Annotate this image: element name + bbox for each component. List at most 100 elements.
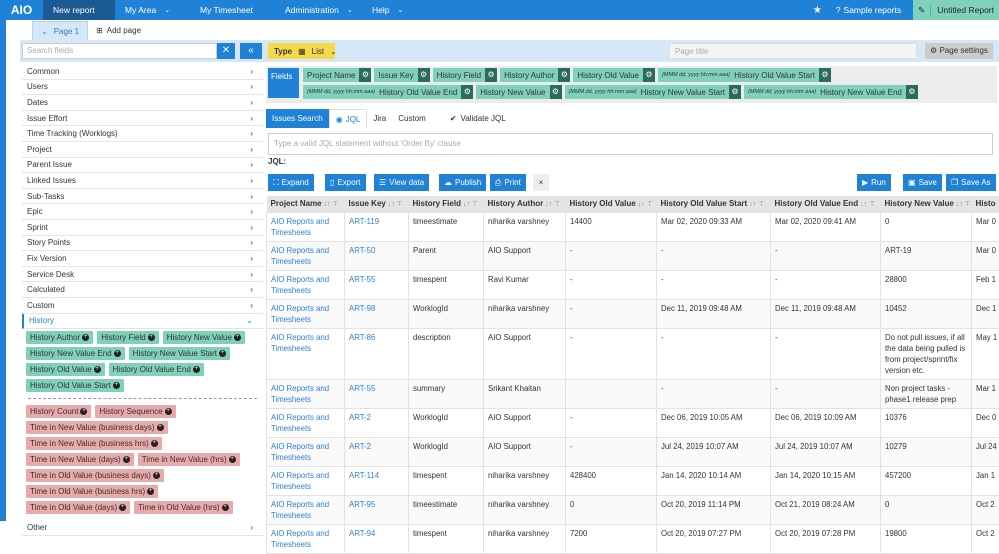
field-chip[interactable]: Time in Old Value (business days)+ <box>26 469 164 482</box>
page-title-input[interactable]: Page title <box>669 43 917 59</box>
add-icon[interactable]: + <box>123 456 130 463</box>
category-item[interactable]: Parent Issue› <box>22 158 263 174</box>
add-icon[interactable]: + <box>234 334 241 341</box>
field-chip[interactable]: History New Value Start+ <box>129 347 230 360</box>
add-icon[interactable]: + <box>153 472 160 479</box>
selected-field-chip[interactable]: {MMM dd, yyyy hh:mm aaa}History Old Valu… <box>303 85 473 99</box>
gear-icon[interactable]: ⚙ <box>418 68 430 82</box>
category-item-other[interactable]: Other› <box>22 520 263 536</box>
table-cell-link[interactable]: AIO Reports and Timesheets <box>267 299 345 328</box>
add-icon[interactable]: + <box>82 334 89 341</box>
table-cell-link[interactable]: AIO Reports and Timesheets <box>267 437 345 466</box>
add-icon[interactable]: + <box>151 440 158 447</box>
report-name[interactable]: ✎Untitled Report <box>913 0 999 20</box>
star-icon[interactable]: ★ <box>813 5 822 16</box>
nav-my-area[interactable]: My Area⌄ <box>115 0 190 20</box>
category-item-history[interactable]: History⌄ <box>22 314 263 330</box>
sort-filter-icon[interactable]: ↓↑ ⊤ <box>860 201 875 208</box>
category-item[interactable]: Calculated› <box>22 282 263 298</box>
selected-field-chip[interactable]: Issue Key⚙ <box>374 68 429 82</box>
table-cell-link[interactable]: AIO Reports and Timesheets <box>267 524 345 553</box>
table-cell-link[interactable]: AIO Reports and Timesheets <box>267 495 345 524</box>
gear-icon[interactable]: ⚙ <box>461 85 473 99</box>
search-fields-input[interactable]: Search fields <box>22 43 217 59</box>
collapse-fields-button[interactable]: « <box>240 43 262 59</box>
category-item[interactable]: Linked Issues› <box>22 173 263 189</box>
category-item[interactable]: Common› <box>22 64 263 80</box>
add-icon[interactable]: + <box>219 350 226 357</box>
field-chip[interactable]: History Count+ <box>26 405 91 418</box>
selected-field-chip[interactable]: History Field⚙ <box>433 68 497 82</box>
view-data-button[interactable]: ☰View data <box>374 174 429 191</box>
table-cell-link[interactable]: ART-2 <box>345 437 409 466</box>
add-icon[interactable]: + <box>147 488 154 495</box>
tab-page-1[interactable]: ⌄Page 1 <box>32 21 88 40</box>
table-cell-link[interactable]: AIO Reports and Timesheets <box>267 379 345 408</box>
add-icon[interactable]: + <box>229 456 236 463</box>
add-icon[interactable]: + <box>157 424 164 431</box>
sort-filter-icon[interactable]: ↓↑ ⊤ <box>749 201 764 208</box>
nav-my-timesheet[interactable]: My Timesheet <box>190 0 275 20</box>
table-cell-link[interactable]: AIO Reports and Timesheets <box>267 466 345 495</box>
gear-icon[interactable]: ⚙ <box>558 68 570 82</box>
gear-icon[interactable]: ⚙ <box>550 85 562 99</box>
field-chip[interactable]: History New Value End+ <box>26 347 125 360</box>
tab-issues-search[interactable]: Issues Search <box>266 109 329 128</box>
table-cell-link[interactable]: ART-94 <box>345 524 409 553</box>
category-item[interactable]: Sprint› <box>22 220 263 236</box>
category-item[interactable]: Custom› <box>22 298 263 314</box>
category-item[interactable]: Issue Effort› <box>22 111 263 127</box>
edit-icon[interactable]: ✎ <box>918 5 931 16</box>
table-cell-link[interactable]: AIO Reports and Timesheets <box>267 408 345 437</box>
table-cell-link[interactable]: ART-50 <box>345 241 409 270</box>
sort-filter-icon[interactable]: ↓↑ ⊤ <box>324 201 339 208</box>
add-icon[interactable]: + <box>222 504 229 511</box>
add-page-button[interactable]: ⊞Add page <box>88 26 149 35</box>
field-chip[interactable]: History New Value+ <box>163 331 245 344</box>
tab-jql[interactable]: ◉JQL <box>329 109 368 128</box>
add-icon[interactable]: + <box>148 334 155 341</box>
print-button[interactable]: ⎙Print <box>490 174 526 191</box>
category-item[interactable]: Epic› <box>22 204 263 220</box>
table-cell-link[interactable]: ART-119 <box>345 212 409 241</box>
logo[interactable]: AIO <box>0 3 43 17</box>
column-header[interactable]: History Old Value↓↑ ⊤ <box>566 196 657 212</box>
add-icon[interactable]: + <box>165 408 172 415</box>
table-cell-link[interactable]: ART-98 <box>345 299 409 328</box>
clear-search-button[interactable]: ✕ <box>217 43 235 59</box>
table-cell-link[interactable]: ART-95 <box>345 495 409 524</box>
gear-icon[interactable]: ⚙ <box>729 85 741 99</box>
field-chip[interactable]: Time in New Value (business hrs)+ <box>26 437 162 450</box>
field-chip[interactable]: Time in New Value (business days)+ <box>26 421 168 434</box>
column-header[interactable]: Project Name↓↑ ⊤ <box>267 196 345 212</box>
category-item[interactable]: Service Desk› <box>22 267 263 283</box>
add-icon[interactable]: + <box>193 366 200 373</box>
add-icon[interactable]: + <box>80 408 87 415</box>
column-header[interactable]: History Author↓↑ ⊤ <box>484 196 566 212</box>
field-chip[interactable]: History Sequence+ <box>95 405 175 418</box>
table-cell-link[interactable]: AIO Reports and Timesheets <box>267 270 345 299</box>
table-cell-link[interactable]: ART-114 <box>345 466 409 495</box>
field-chip[interactable]: Time in Old Value (hrs)+ <box>134 501 232 514</box>
nav-help[interactable]: Help⌄ <box>362 0 413 20</box>
add-icon[interactable]: + <box>113 382 120 389</box>
sort-filter-icon[interactable]: ↓↑ ⊤ <box>638 201 653 208</box>
add-icon[interactable]: + <box>94 366 101 373</box>
add-icon[interactable]: + <box>114 350 121 357</box>
sample-reports-link[interactable]: Sample reports <box>844 5 902 15</box>
column-header[interactable]: History New Value↓↑ ⊤ <box>881 196 972 212</box>
gear-icon[interactable]: ⚙ <box>643 68 655 82</box>
field-chip[interactable]: Time in New Value (hrs)+ <box>138 453 240 466</box>
selected-field-chip[interactable]: {MMM dd, yyyy hh:mm aaa}History New Valu… <box>565 85 742 99</box>
column-header[interactable]: History Field↓↑ ⊤ <box>409 196 484 212</box>
collapse-sidebar-strip[interactable] <box>0 20 6 521</box>
field-chip[interactable]: Time in New Value (days)+ <box>26 453 134 466</box>
validate-jql-button[interactable]: ✔Validate JQL <box>444 109 512 128</box>
field-chip[interactable]: History Old Value End+ <box>109 363 204 376</box>
table-cell-link[interactable]: ART-55 <box>345 379 409 408</box>
field-chip[interactable]: Time in Old Value (business hrs)+ <box>26 485 158 498</box>
export-button[interactable]: ▯Export <box>325 174 366 191</box>
category-item[interactable]: Fix Version› <box>22 251 263 267</box>
column-header[interactable]: Issue Key↓↑ ⊤ <box>345 196 409 212</box>
column-header[interactable]: History Old Value End↓↑ ⊤ <box>771 196 881 212</box>
